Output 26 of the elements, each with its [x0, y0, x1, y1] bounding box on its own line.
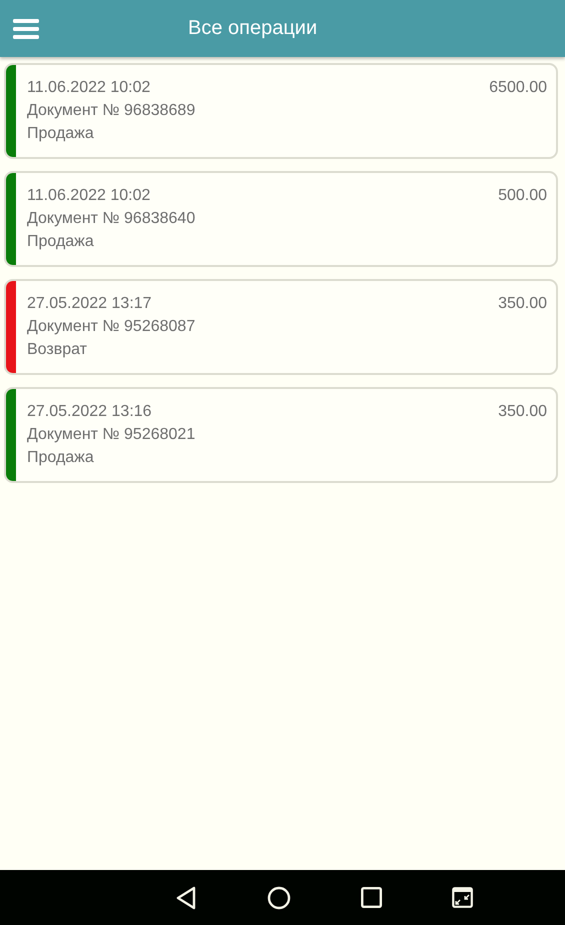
operation-type: Продажа — [27, 449, 95, 466]
operation-card[interactable]: 11.06.2022 10:02 6500.00 Документ № 96838689 Продажа — [4, 63, 558, 159]
home-icon[interactable] — [267, 886, 291, 910]
document-number: Документ № 96838640 — [27, 210, 196, 227]
operation-type: Возврат — [27, 341, 88, 358]
operation-type: Продажа — [27, 125, 95, 142]
operation-amount: 500.00 — [498, 187, 547, 204]
operation-card[interactable]: 27.05.2022 13:16 350.00 Документ № 95268021 Продажа — [4, 387, 558, 483]
document-number: Документ № 95268021 — [27, 426, 196, 443]
screen-title: Все операции — [188, 17, 318, 40]
back-icon[interactable] — [175, 886, 197, 910]
operation-amount: 6500.00 — [489, 79, 547, 96]
document-number: Документ № 96838689 — [27, 102, 196, 119]
operation-date: 27.05.2022 13:16 — [27, 403, 152, 420]
operation-date: 11.06.2022 10:02 — [27, 187, 150, 204]
operation-type: Продажа — [27, 233, 95, 250]
operation-amount: 350.00 — [498, 403, 547, 420]
operation-date: 11.06.2022 10:02 — [27, 79, 150, 96]
operation-card[interactable]: 27.05.2022 13:17 350.00 Документ № 95268087 Возврат — [4, 279, 558, 375]
window-resize-icon[interactable] — [452, 887, 473, 908]
operation-amount: 350.00 — [498, 295, 547, 312]
operation-card[interactable]: 11.06.2022 10:02 500.00 Документ № 96838640 Продажа — [4, 171, 558, 267]
menu-icon[interactable] — [13, 18, 39, 40]
operation-date: 27.05.2022 13:17 — [27, 295, 152, 312]
document-number: Документ № 95268087 — [27, 318, 196, 335]
recents-icon[interactable] — [361, 887, 382, 908]
